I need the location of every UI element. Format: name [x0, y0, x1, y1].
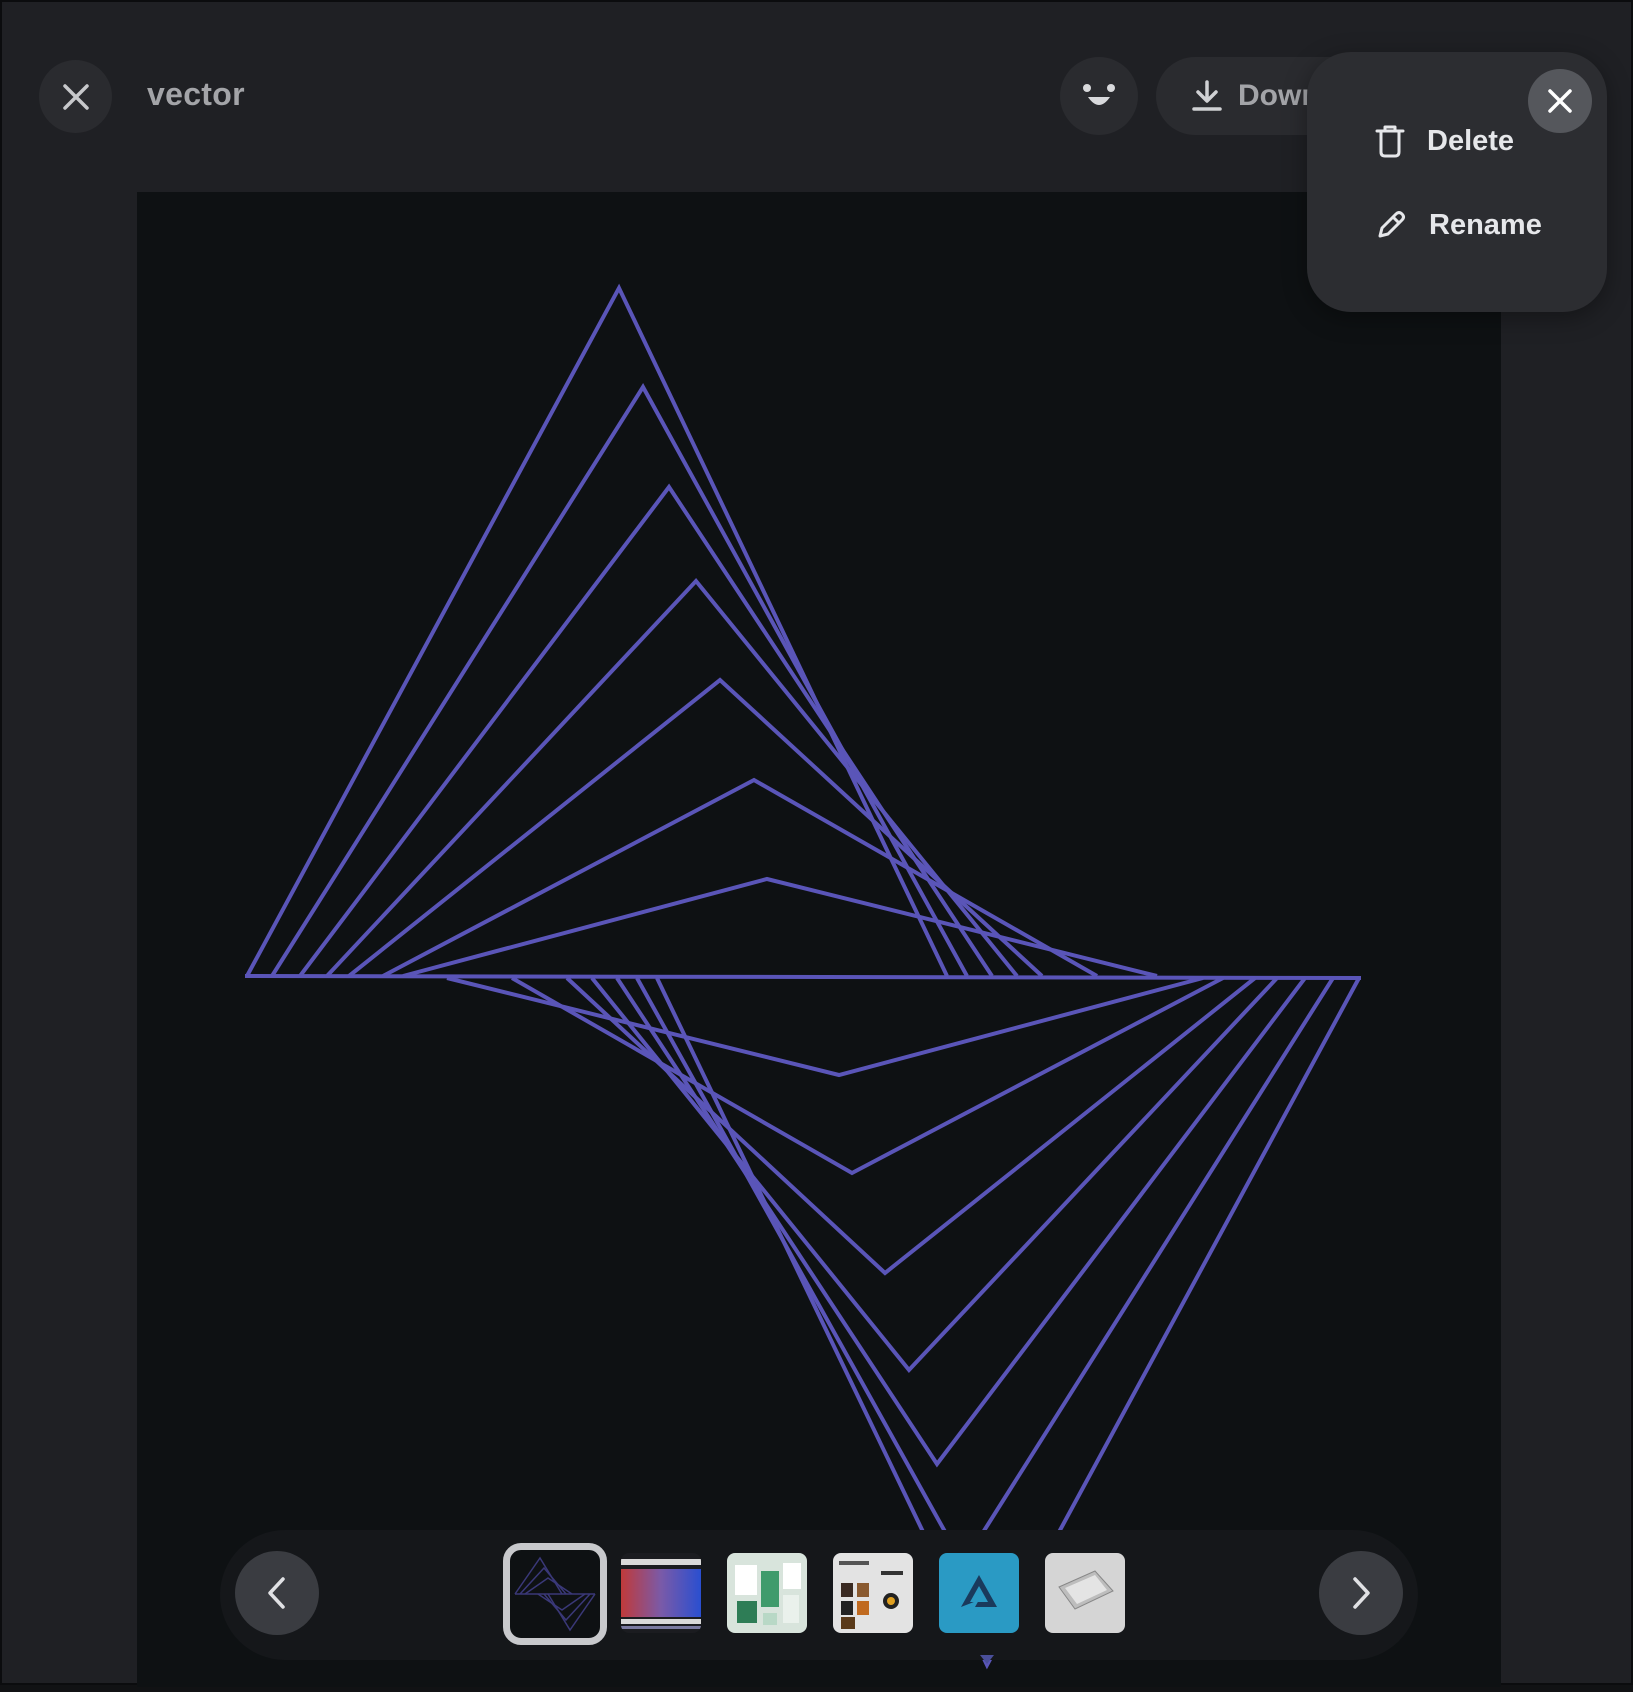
- thumbnail-blue-triangle-logo[interactable]: [939, 1553, 1019, 1633]
- thumbnail-phone-mockup[interactable]: [1045, 1553, 1125, 1633]
- thumbnail-gradient-bars[interactable]: [621, 1553, 701, 1633]
- close-viewer-button[interactable]: [39, 60, 112, 133]
- close-icon: [1548, 89, 1572, 113]
- thumbnail-image: [727, 1553, 807, 1633]
- close-menu-button[interactable]: [1528, 69, 1592, 133]
- next-image-button[interactable]: [1319, 1551, 1403, 1635]
- thumbnail-indicator: [980, 1655, 994, 1664]
- thumbnail-image: [1045, 1553, 1125, 1633]
- trash-icon: [1375, 125, 1405, 158]
- image-canvas: [137, 192, 1501, 1687]
- chevron-left-icon: [268, 1577, 285, 1609]
- thumbnail-image: [939, 1553, 1019, 1633]
- menu-item-rename-label: Rename: [1429, 208, 1542, 241]
- previous-image-button[interactable]: [235, 1551, 319, 1635]
- chevron-right-icon: [1353, 1577, 1370, 1609]
- menu-item-rename[interactable]: Rename: [1375, 200, 1542, 250]
- image-viewer: vector Down Delete Rename: [0, 0, 1633, 1687]
- thumbnail-dashboard-mockup[interactable]: [833, 1553, 913, 1633]
- download-icon: [1192, 80, 1222, 111]
- close-icon: [62, 83, 89, 110]
- thumbnail-image: [514, 1556, 596, 1632]
- smiley-icon: [1083, 84, 1115, 105]
- thumbnail-strip: [220, 1530, 1418, 1660]
- emoji-reaction-button[interactable]: [1060, 57, 1138, 135]
- vector-artwork: [244, 283, 1362, 1670]
- menu-item-delete-label: Delete: [1427, 124, 1515, 157]
- pencil-icon: [1378, 211, 1405, 238]
- thumbnail-image: [833, 1553, 913, 1633]
- thumbnail-image: [621, 1553, 701, 1633]
- menu-item-delete[interactable]: Delete: [1375, 116, 1514, 166]
- thumbnail-vector[interactable]: [503, 1543, 607, 1645]
- image-title: vector: [147, 76, 245, 112]
- thumbnail-green-app-mockup[interactable]: [727, 1553, 807, 1633]
